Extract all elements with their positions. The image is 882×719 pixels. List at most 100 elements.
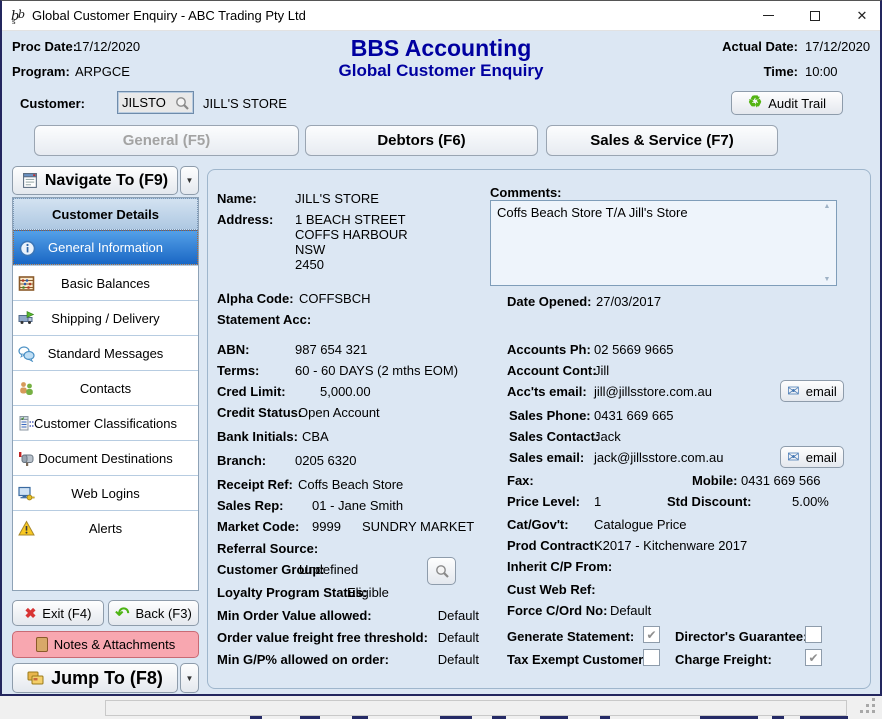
navigate-dropdown-button[interactable]: ▼ — [180, 166, 199, 195]
branch-value: 0205 6320 — [295, 453, 356, 468]
comments-scrollbar[interactable]: ▲ ▼ — [820, 203, 834, 283]
abacus-icon — [18, 275, 35, 292]
tax-exempt-label: Tax Exempt Customer: — [507, 652, 648, 667]
maximize-icon — [810, 11, 820, 21]
time-label: Time: — [712, 64, 798, 79]
search-icon — [434, 563, 450, 579]
sidebar-item-label: Basic Balances — [61, 276, 150, 291]
sidebar-item-standard-messages[interactable]: Standard Messages — [13, 335, 198, 370]
mobile-value: 0431 669 566 — [741, 473, 821, 488]
app-icon: b b s — [10, 7, 28, 25]
prod-contract-value: K2017 - Kitchenware 2017 — [594, 538, 747, 553]
market-code-value: 9999 — [312, 519, 341, 534]
charge-freight-label: Charge Freight: — [675, 652, 772, 667]
terms-label: Terms: — [217, 363, 259, 378]
close-button[interactable]: ✕ — [842, 1, 882, 30]
sidebar-item-label: Alerts — [89, 521, 122, 536]
scroll-down-icon[interactable]: ▼ — [824, 276, 831, 283]
mobile-label: Mobile: — [692, 473, 738, 488]
exit-label: Exit (F4) — [42, 606, 91, 621]
bank-initials-value: CBA — [302, 429, 329, 444]
search-icon[interactable] — [174, 95, 190, 111]
sidebar-item-label: General Information — [48, 240, 163, 255]
computer-key-icon — [18, 485, 35, 502]
abn-value: 987 654 321 — [295, 342, 367, 357]
sidebar-item-label: Contacts — [80, 381, 131, 396]
customer-label: Customer: — [20, 96, 85, 111]
tab-sales-service[interactable]: Sales & Service (F7) — [546, 125, 778, 156]
scroll-up-icon[interactable]: ▲ — [824, 203, 831, 210]
minimize-button[interactable] — [748, 1, 788, 30]
tax-exempt-checkbox[interactable] — [643, 649, 660, 666]
tab-general[interactable]: General (F5) — [34, 125, 299, 156]
sidebar-item-alerts[interactable]: Alerts — [13, 510, 198, 545]
abn-label: ABN: — [217, 342, 250, 357]
alpha-code-label: Alpha Code: — [217, 291, 294, 306]
exit-button[interactable]: ✖ Exit (F4) — [12, 600, 104, 626]
sidebar-item-basic-balances[interactable]: Basic Balances — [13, 265, 198, 300]
tab-debtors[interactable]: Debtors (F6) — [305, 125, 538, 156]
classification-list-icon — [18, 415, 35, 432]
comments-label: Comments: — [490, 185, 562, 200]
sidebar-item-customer-classifications[interactable]: Customer Classifications — [13, 405, 198, 440]
cat-govt-value: Catalogue Price — [594, 517, 687, 532]
sidebar-item-general-information[interactable]: General Information — [13, 230, 198, 265]
bank-initials-label: Bank Initials: — [217, 429, 298, 444]
jump-to-label: Jump To (F8) — [51, 668, 163, 689]
generate-statement-label: Generate Statement: — [507, 629, 634, 644]
sales-contact-value: Jack — [594, 429, 621, 444]
clipboard-icon — [36, 637, 48, 652]
sidebar-item-document-destinations[interactable]: Document Destinations — [13, 440, 198, 475]
customer-code-value: JILSTO — [122, 95, 166, 110]
fax-label: Fax: — [507, 473, 534, 488]
sales-email-label: Sales email: — [509, 450, 584, 465]
jump-to-button[interactable]: Jump To (F8) — [12, 663, 178, 693]
cust-web-ref-label: Cust Web Ref: — [507, 582, 596, 597]
statement-acc-label: Statement Acc: — [217, 312, 311, 327]
comments-textarea[interactable]: Coffs Beach Store T/A Jill's Store ▲ ▼ — [490, 200, 837, 286]
address-line: 2450 — [295, 257, 324, 272]
info-icon — [19, 240, 36, 257]
generate-statement-checkbox[interactable] — [643, 626, 660, 643]
customer-group-search-button[interactable] — [427, 557, 456, 585]
back-button[interactable]: ↶ Back (F3) — [108, 600, 199, 626]
address-line: NSW — [295, 242, 325, 257]
customer-code-input[interactable]: JILSTO — [117, 91, 194, 114]
comments-text: Coffs Beach Store T/A Jill's Store — [497, 205, 688, 220]
charge-freight-checkbox[interactable] — [805, 649, 822, 666]
sidebar-item-contacts[interactable]: Contacts — [13, 370, 198, 405]
time-value: 10:00 — [805, 64, 838, 79]
sidebar-header: Customer Details — [13, 198, 198, 230]
sales-rep-value: 01 - Jane Smith — [312, 498, 403, 513]
market-name-value: SUNDRY MARKET — [362, 519, 474, 534]
force-cord-value: Default — [610, 603, 651, 618]
audit-trail-button[interactable]: ♻ Audit Trail — [731, 91, 843, 115]
window-title: Global Customer Enquiry - ABC Trading Pt… — [32, 8, 306, 23]
prod-contract-label: Prod Contract: — [507, 538, 598, 553]
sales-rep-label: Sales Rep: — [217, 498, 283, 513]
maximize-button[interactable] — [795, 1, 835, 30]
address-line: COFFS HARBOUR — [295, 227, 408, 242]
accts-email-button[interactable]: ✉ email — [780, 380, 844, 402]
sidebar: Customer Details General Information — [12, 197, 199, 591]
navigate-to-button[interactable]: Navigate To (F9) — [12, 166, 178, 195]
status-bar-panel — [105, 700, 847, 716]
min-gp-value: Default — [391, 652, 479, 667]
std-discount-value: 5.00% — [792, 494, 829, 509]
sales-email-button[interactable]: ✉ email — [780, 446, 844, 468]
email-icon: ✉ — [787, 384, 800, 399]
minimize-icon — [763, 15, 774, 16]
price-level-value: 1 — [594, 494, 601, 509]
address-line: 1 BEACH STREET — [295, 212, 406, 227]
notes-attachments-button[interactable]: Notes & Attachments — [12, 631, 199, 658]
sidebar-item-shipping-delivery[interactable]: Shipping / Delivery — [13, 300, 198, 335]
jump-dropdown-button[interactable]: ▼ — [180, 663, 199, 693]
date-opened-value: 27/03/2017 — [596, 294, 661, 309]
loyalty-value: Eligible — [347, 585, 389, 600]
navigate-to-label: Navigate To (F9) — [45, 172, 168, 190]
name-label: Name: — [217, 191, 257, 206]
sidebar-item-web-logins[interactable]: Web Logins — [13, 475, 198, 510]
std-discount-label: Std Discount: — [667, 494, 752, 509]
directors-guarantee-checkbox[interactable] — [805, 626, 822, 643]
min-gp-label: Min G/P% allowed on order: — [217, 652, 389, 667]
